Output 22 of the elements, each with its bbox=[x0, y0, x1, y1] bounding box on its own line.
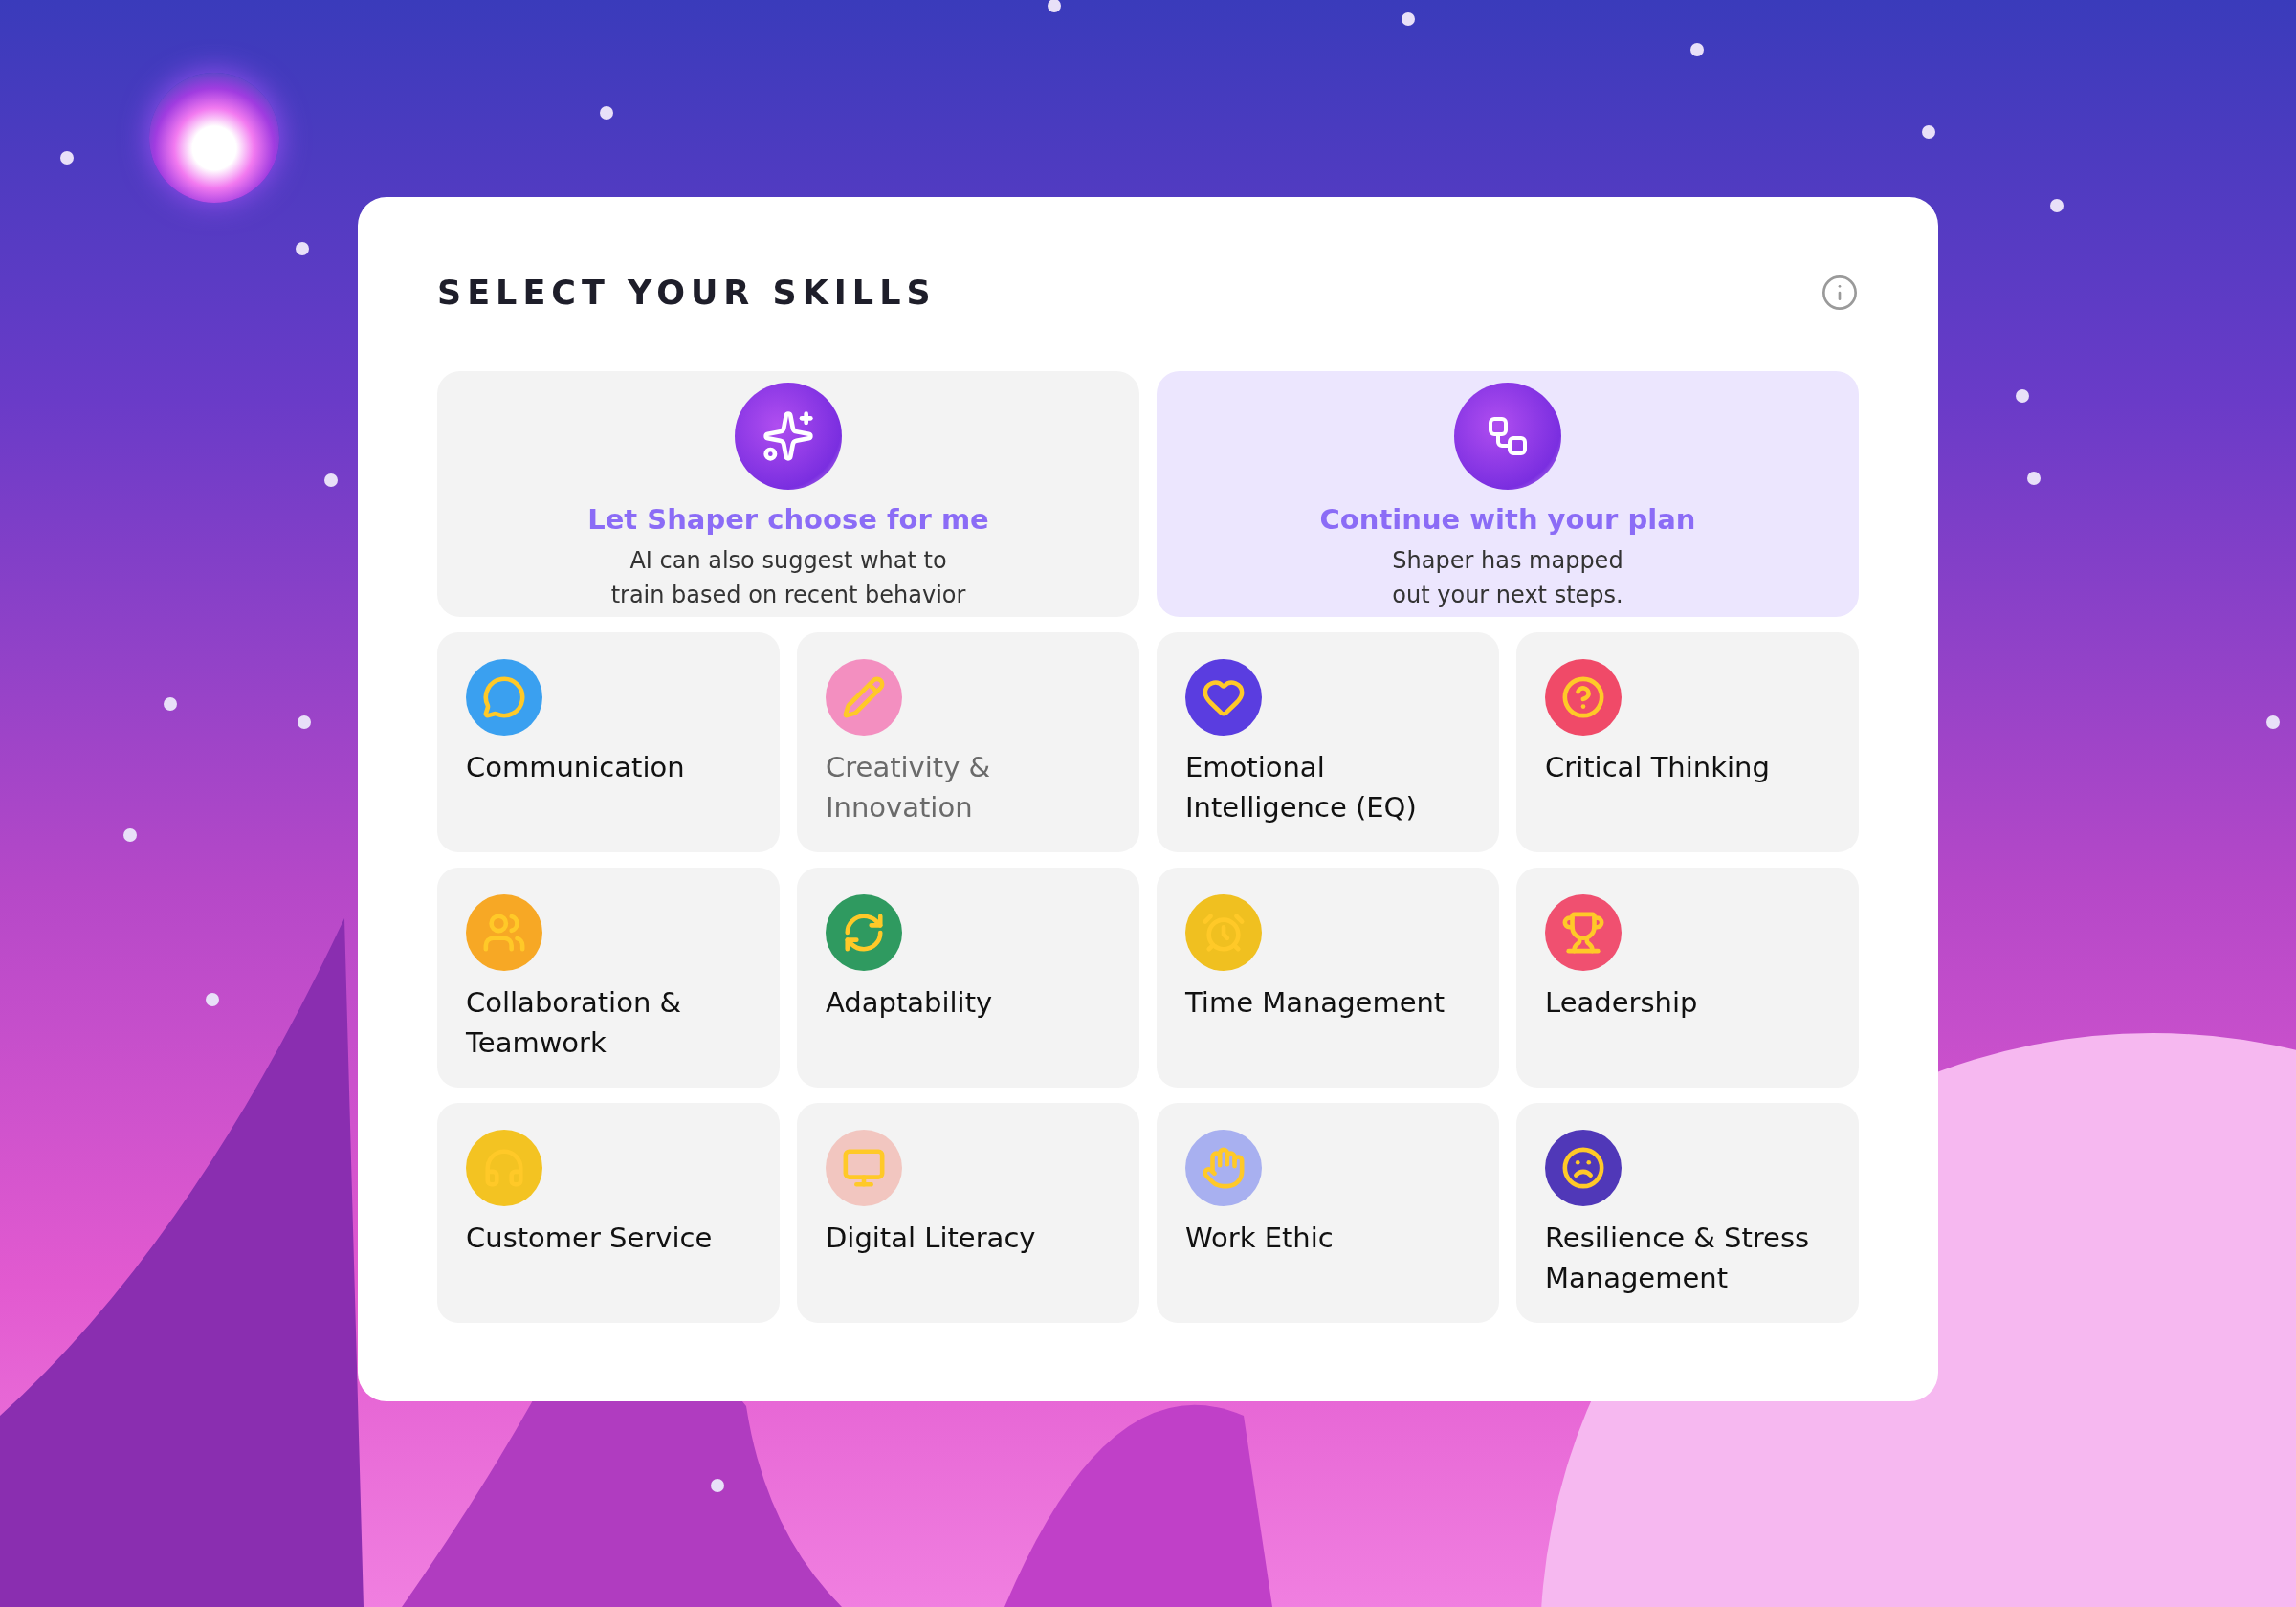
skill-tile[interactable]: Adaptability bbox=[797, 868, 1139, 1088]
plan-option[interactable]: Let Shaper choose for me AI can also suggest what to train based on recent behavior bbox=[437, 371, 1139, 617]
skill-tile[interactable]: Communication bbox=[437, 632, 780, 852]
page-title: SELECT YOUR SKILLS bbox=[437, 274, 937, 312]
option-title: Let Shaper choose for me bbox=[587, 503, 989, 536]
option-title: Continue with your plan bbox=[1319, 503, 1696, 536]
option-description: out your next steps. bbox=[1392, 581, 1623, 610]
skill-tile[interactable]: Emotional Intelligence (EQ) bbox=[1157, 632, 1499, 852]
skill-tile[interactable]: Customer Service bbox=[437, 1103, 780, 1323]
skill-tile[interactable]: Time Management bbox=[1157, 868, 1499, 1088]
skill-tile[interactable]: Resilience & Stress Management bbox=[1516, 1103, 1859, 1323]
info-icon[interactable] bbox=[1821, 274, 1859, 312]
skill-tile[interactable]: Work Ethic bbox=[1157, 1103, 1499, 1323]
skill-tile[interactable]: Collaboration & Teamwork bbox=[437, 868, 780, 1088]
skill-tile[interactable]: Critical Thinking bbox=[1516, 632, 1859, 852]
plan-option[interactable]: Continue with your plan Shaper has mapped out your next steps. bbox=[1157, 371, 1859, 617]
skill-tile[interactable]: Digital Literacy bbox=[797, 1103, 1139, 1323]
option-description: AI can also suggest what to bbox=[629, 546, 947, 576]
skill-tile[interactable]: Leadership bbox=[1516, 868, 1859, 1088]
option-description: Shaper has mapped bbox=[1392, 546, 1623, 576]
glowing-orb-logo-icon bbox=[149, 73, 279, 203]
option-description: train based on recent behavior bbox=[610, 581, 966, 610]
